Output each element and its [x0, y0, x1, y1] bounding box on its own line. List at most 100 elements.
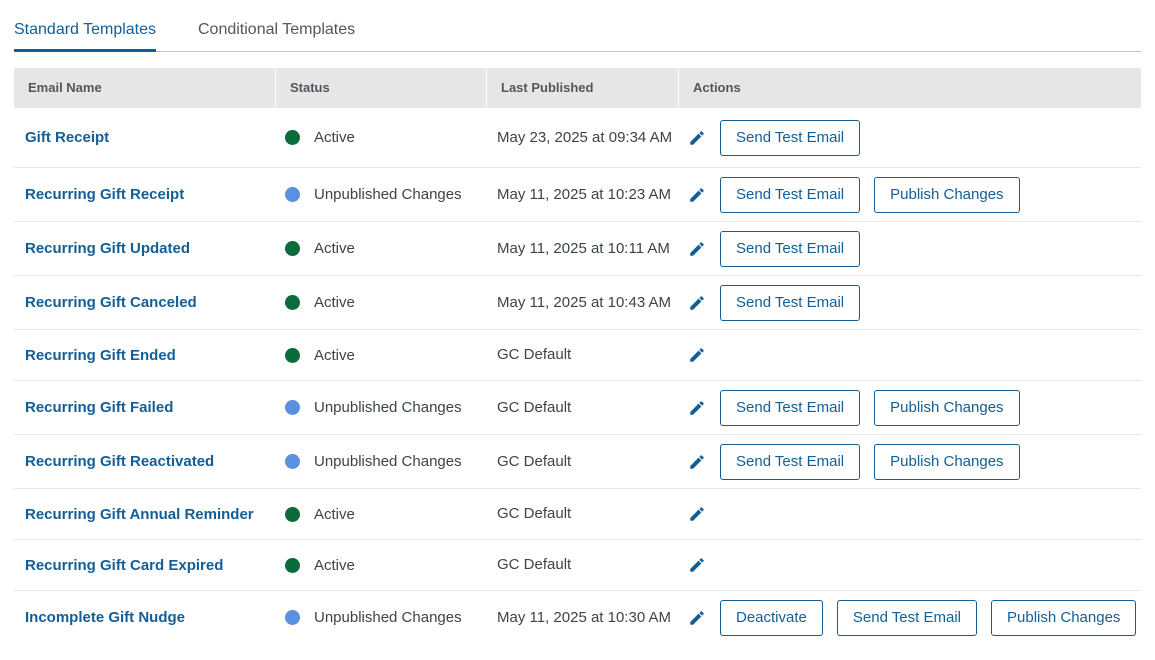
status-text: Active — [314, 240, 355, 257]
last-published-cell: GC Default — [497, 489, 677, 539]
last-published-cell: GC Default — [497, 435, 677, 488]
table-row: Recurring Gift Annual Reminder Active GC… — [14, 489, 1141, 540]
actions-cell — [687, 330, 1141, 380]
last-published-text: GC Default — [497, 452, 572, 470]
status-dot-active — [285, 347, 300, 363]
table-row: Incomplete Gift Nudge Unpublished Change… — [14, 591, 1141, 644]
last-published-cell: GC Default — [497, 381, 677, 434]
publish-changes-button[interactable]: Publish Changes — [874, 176, 1020, 213]
tab-conditional-templates[interactable]: Conditional Templates — [198, 21, 355, 52]
status-dot-unpublished — [285, 400, 300, 415]
send-test-email-button[interactable]: Send Test Email — [720, 119, 861, 156]
email-name-link[interactable]: Recurring Gift Card Expired — [25, 557, 223, 574]
email-name-link[interactable]: Recurring Gift Failed — [25, 399, 173, 416]
status-text: Active — [314, 505, 355, 523]
actions-cell: Send Test Email — [687, 108, 1141, 167]
email-name-cell: Recurring Gift Ended — [25, 330, 273, 380]
last-published-text: May 11, 2025 at 10:23 AM — [497, 185, 672, 203]
last-published-cell: May 11, 2025 at 10:23 AM — [497, 168, 677, 221]
status-cell: Unpublished Changes — [285, 435, 485, 488]
last-published-text: GC Default — [497, 346, 572, 363]
status-text: Unpublished Changes — [314, 399, 462, 416]
send-test-email-button[interactable]: Send Test Email — [836, 599, 977, 636]
status-text: Active — [314, 294, 355, 311]
email-name-cell: Recurring Gift Annual Reminder — [25, 489, 273, 539]
status-text: Unpublished Changes — [314, 609, 462, 626]
status-dot-active — [285, 506, 300, 522]
actions-cell: Deactivate Send Test Email Publish Changes — [687, 591, 1141, 644]
table-row: Recurring Gift Canceled Active May 11, 2… — [14, 276, 1141, 330]
status-text: Active — [314, 556, 355, 574]
actions-cell: Send Test Email Publish Changes — [687, 435, 1141, 488]
pencil-icon[interactable] — [687, 608, 707, 628]
table-row: Recurring Gift Receipt Unpublished Chang… — [14, 168, 1141, 222]
send-test-email-button[interactable]: Send Test Email — [720, 230, 861, 267]
last-published-text: GC Default — [497, 505, 572, 522]
actions-cell — [687, 540, 1141, 590]
email-name-cell: Recurring Gift Reactivated — [25, 435, 273, 488]
pencil-icon[interactable] — [687, 345, 707, 365]
last-published-text: GC Default — [497, 556, 572, 573]
email-name-link[interactable]: Recurring Gift Ended — [25, 347, 176, 364]
last-published-cell: May 11, 2025 at 10:30 AM — [497, 591, 677, 644]
email-name-cell: Recurring Gift Receipt — [25, 168, 273, 221]
status-cell: Active — [285, 222, 485, 275]
last-published-cell: GC Default — [497, 540, 677, 590]
status-cell: Active — [285, 540, 485, 590]
pencil-icon[interactable] — [687, 239, 707, 259]
send-test-email-button[interactable]: Send Test Email — [720, 284, 861, 321]
send-test-email-button[interactable]: Send Test Email — [720, 389, 861, 426]
status-text: Active — [314, 346, 355, 364]
table-row: Recurring Gift Updated Active May 11, 20… — [14, 222, 1141, 276]
status-dot-unpublished — [285, 610, 300, 625]
email-name-cell: Recurring Gift Card Expired — [25, 540, 273, 590]
status-cell: Unpublished Changes — [285, 381, 485, 434]
pencil-icon[interactable] — [687, 293, 707, 313]
publish-changes-button[interactable]: Publish Changes — [874, 443, 1020, 480]
pencil-icon[interactable] — [687, 452, 707, 472]
status-dot-active — [285, 241, 300, 256]
status-text: Unpublished Changes — [314, 453, 462, 470]
send-test-email-button[interactable]: Send Test Email — [720, 443, 861, 480]
email-name-link[interactable]: Recurring Gift Receipt — [25, 186, 184, 203]
send-test-email-button[interactable]: Send Test Email — [720, 176, 861, 213]
status-dot-active — [285, 557, 300, 573]
pencil-icon[interactable] — [687, 128, 707, 148]
table-header: Email Name Status Last Published Actions — [14, 68, 1141, 108]
email-name-link[interactable]: Recurring Gift Reactivated — [25, 453, 214, 470]
email-name-link[interactable]: Recurring Gift Annual Reminder — [25, 506, 254, 523]
last-published-cell: May 23, 2025 at 09:34 AM — [497, 108, 677, 167]
actions-cell: Send Test Email — [687, 222, 1141, 275]
actions-cell: Send Test Email Publish Changes — [687, 381, 1141, 434]
pencil-icon[interactable] — [687, 555, 707, 575]
email-name-link[interactable]: Incomplete Gift Nudge — [25, 609, 185, 626]
pencil-icon[interactable] — [687, 504, 707, 524]
status-cell: Active — [285, 276, 485, 329]
email-templates-table: Email Name Status Last Published Actions… — [14, 68, 1141, 644]
last-published-cell: GC Default — [497, 330, 677, 380]
tab-standard-templates[interactable]: Standard Templates — [14, 21, 157, 52]
status-dot-unpublished — [285, 187, 300, 202]
last-published-cell: May 11, 2025 at 10:43 AM — [497, 276, 677, 329]
pencil-icon[interactable] — [687, 398, 707, 418]
email-name-cell: Incomplete Gift Nudge — [25, 591, 273, 644]
column-header-last-published: Last Published — [486, 68, 678, 108]
table-row: Gift Receipt Active May 23, 2025 at 09:3… — [14, 108, 1141, 168]
publish-changes-button[interactable]: Publish Changes — [991, 599, 1137, 636]
actions-cell — [687, 489, 1141, 539]
status-text: Unpublished Changes — [314, 186, 462, 203]
publish-changes-button[interactable]: Publish Changes — [874, 389, 1020, 426]
email-name-link[interactable]: Recurring Gift Updated — [25, 240, 190, 257]
email-name-link[interactable]: Recurring Gift Canceled — [25, 294, 197, 311]
column-header-actions: Actions — [678, 68, 1141, 108]
pencil-icon[interactable] — [687, 185, 707, 205]
email-name-link[interactable]: Gift Receipt — [25, 129, 109, 146]
email-name-cell: Recurring Gift Failed — [25, 381, 273, 434]
table-row: Recurring Gift Reactivated Unpublished C… — [14, 435, 1141, 489]
status-cell: Unpublished Changes — [285, 168, 485, 221]
email-name-cell: Recurring Gift Updated — [25, 222, 273, 275]
status-cell: Active — [285, 330, 485, 380]
status-cell: Active — [285, 108, 485, 167]
deactivate-button[interactable]: Deactivate — [720, 599, 823, 636]
status-dot-unpublished — [285, 454, 300, 469]
